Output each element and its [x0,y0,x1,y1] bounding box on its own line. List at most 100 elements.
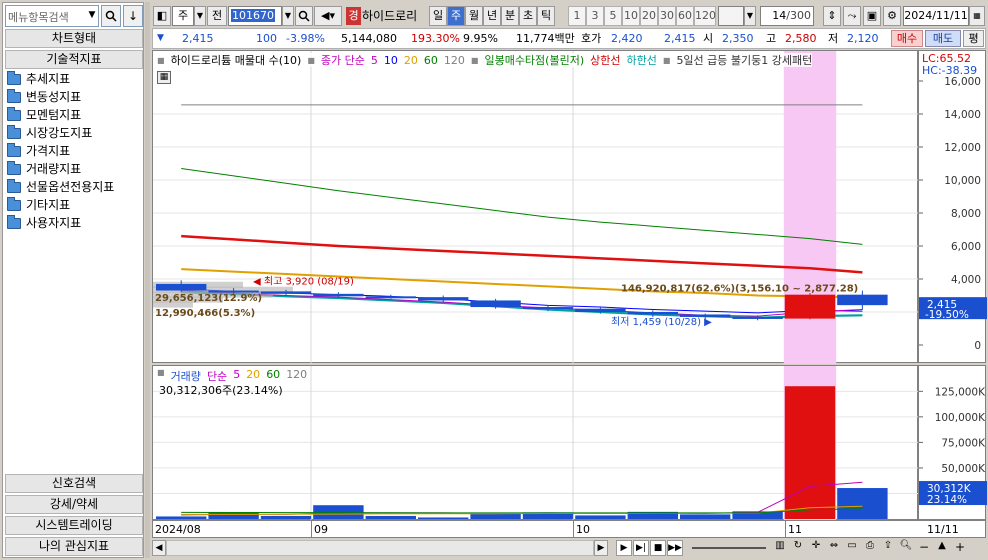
scroll-right-icon[interactable]: ▶ [594,540,608,556]
tab-day[interactable]: 일 [429,6,447,26]
tab-year[interactable]: 년 [483,6,501,26]
date-input[interactable]: 2024/11/11 [903,6,969,26]
export-icon[interactable]: ⇪ [880,540,896,556]
refresh-icon[interactable]: ↻ [790,540,806,556]
line-tool-icon[interactable]: ⤳ [843,6,861,26]
tree-item-price[interactable]: 가격지표 [7,142,70,160]
speed-slider[interactable] [692,547,766,549]
interval-10[interactable]: 10 [622,6,640,26]
ma-120: 120 [443,53,465,67]
tree-item-market-strength[interactable]: 시장강도지표 [7,124,92,142]
price-axis[interactable]: 16,00014,00012,00010,0008,0006,0004,0002… [918,50,987,363]
print-icon[interactable]: ⎙ [862,540,878,556]
price-chart-panel[interactable]: ◀ 최고 3,920 (08/19) 최저 1,459 (10/28) ▶ 146,… [152,50,919,364]
search-icon[interactable] [295,6,313,26]
tree-item-volume[interactable]: 거래량지표 [7,160,81,178]
period-tabs: 일 주 월 년 분 초 틱 [429,6,555,26]
bollinger-signal-label[interactable]: 일봉매수타점(볼린저) [484,52,584,68]
prev-button[interactable]: 전 [207,6,227,26]
candle-settings-icon[interactable]: ⇕ [823,6,841,26]
tab-month[interactable]: 월 [465,6,483,26]
layout-icon[interactable]: ◧ [153,6,171,26]
gear-icon[interactable]: ⚙ [883,6,901,26]
tab-tick[interactable]: 틱 [537,6,555,26]
step-icon[interactable]: ▶| [633,540,649,556]
magnifier-icon[interactable]: 🔍︎ [898,540,914,556]
lower-band-label[interactable]: 하한선 [627,52,657,68]
volume-value: 5,144,080 [341,32,397,45]
section-system-trading[interactable]: 시스템트레이딩 [5,516,143,535]
folder-icon [7,70,21,85]
play-icon[interactable]: ▶ [616,540,632,556]
tree-item-momentum[interactable]: 모멘텀지표 [7,106,81,124]
arrow-down-icon[interactable]: ↓ [123,5,143,27]
volume-tick-label: 50,000K [941,463,986,475]
interval-1[interactable]: 1 [568,6,586,26]
horizontal-scrollbar[interactable] [166,540,594,556]
candle-body [365,296,416,299]
period-type-select[interactable]: 주 [172,6,194,26]
count-input[interactable]: 14/300 [760,6,814,26]
volume-profile-label: 29,656,123(12.9%) [155,293,262,304]
interval-60[interactable]: 60 [676,6,694,26]
window-icon[interactable]: ▭ [844,540,860,556]
zoom-out-icon[interactable]: − [916,540,932,556]
interval-5[interactable]: 5 [604,6,622,26]
eval-button[interactable]: 평 [963,30,984,47]
chart-icon[interactable]: ▥ [772,540,788,556]
tree-item-trend[interactable]: 추세지표 [7,70,70,88]
custom-interval-input[interactable] [718,6,744,26]
sell-button[interactable]: 매도 [925,30,961,47]
speaker-icon[interactable]: ◀▾ [314,6,342,26]
tab-minute[interactable]: 분 [501,6,519,26]
section-strength[interactable]: 강세/약세 [5,495,143,514]
sidebar-splitter[interactable] [145,2,150,558]
scroll-left-icon[interactable]: ◀ [152,540,166,556]
price-tick-label: 6,000 [951,241,981,253]
price-chart-canvas[interactable]: ◀ 최고 3,920 (08/19) 최저 1,459 (10/28) ▶ 146,… [153,51,919,364]
stop-icon[interactable]: ■ [650,540,666,556]
interval-120[interactable]: 120 [694,6,716,26]
date-axis[interactable]: 2024/08 09 10 11 11/11 [152,520,986,539]
search-dropdown-icon[interactable]: ▼ [85,5,99,27]
stock-code-input[interactable]: 101670 [228,6,282,26]
upper-band-label[interactable]: 상한선 [590,52,620,68]
period-type-dropdown-icon[interactable]: ▼ [194,6,206,26]
fast-forward-icon[interactable]: ▶▶ [667,540,683,556]
tab-second[interactable]: 초 [519,6,537,26]
price-tick-label: 12,000 [944,142,981,154]
pattern-label[interactable]: 5일선 급등 불기둥1 강세패턴 [676,52,812,68]
section-technical-indicators[interactable]: 기술적지표 [5,50,143,69]
volume-tick-label: 75,000K [941,437,986,449]
buy-button[interactable]: 매수 [891,30,923,47]
font-size-icon[interactable]: ▲ [934,540,950,556]
interval-dropdown-icon[interactable]: ▼ [744,6,756,26]
volume-axis[interactable]: 125,000K100,000K75,000K50,000K25,000K30,… [918,365,987,520]
price-panel-title[interactable]: 하이드로리튬 매물대 수(10) [171,52,302,68]
crosshair-icon[interactable]: ✛ [808,540,824,556]
interval-30[interactable]: 30 [658,6,676,26]
interval-3[interactable]: 3 [586,6,604,26]
section-my-indicators[interactable]: 나의 관심지표 [5,537,143,556]
tree-item-volatility[interactable]: 변동성지표 [7,88,81,106]
tab-week[interactable]: 주 [447,6,465,26]
tree-item-futures[interactable]: 선물옵션전용지표 [7,178,114,196]
ma-5: 5 [370,53,378,67]
tree-item-user[interactable]: 사용자지표 [7,214,81,232]
section-chart-type[interactable]: 차트형태 [5,29,143,48]
zoom-in-icon[interactable]: + [952,540,968,556]
grid-icon[interactable]: ▦ [157,71,171,84]
volume-bar [575,515,626,519]
interval-20[interactable]: 20 [640,6,658,26]
save-icon[interactable]: ▣ [863,6,881,26]
volume-chart-panel[interactable]: ■ 거래량 단순 5 20 60 120 30,312,306주(23.14%) [152,365,919,521]
code-dropdown-icon[interactable]: ▼ [282,6,294,26]
pan-icon[interactable]: ⇔ [826,540,842,556]
search-icon[interactable] [101,5,121,27]
candle-body [156,283,207,291]
calendar-icon[interactable]: ▦ [969,6,985,26]
vol-ma-5-line [181,481,863,516]
tree-item-other[interactable]: 기타지표 [7,196,70,214]
ma-legend-label[interactable]: 종가 단순 [321,52,365,68]
section-signal-search[interactable]: 신호검색 [5,474,143,493]
